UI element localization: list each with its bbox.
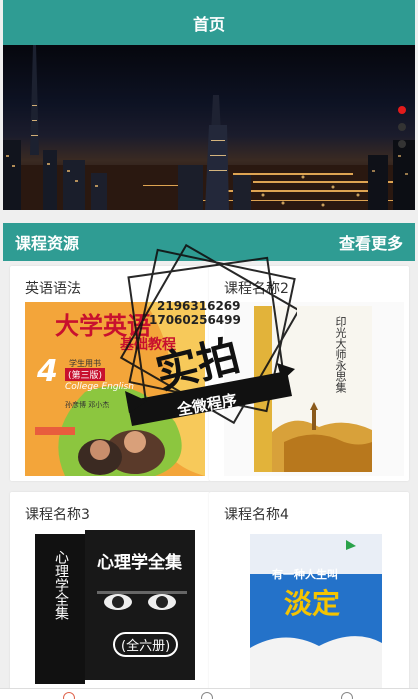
user-icon[interactable] — [341, 692, 353, 699]
carousel-indicator[interactable] — [398, 123, 406, 131]
header-bar: 首页 — [3, 0, 415, 45]
course-name: 课程名称4 — [224, 507, 289, 523]
course-name: 课程名称2 — [224, 281, 289, 297]
bottom-tab-bar — [0, 688, 418, 699]
course-cover: 有一种人生叫 淡定 — [224, 528, 404, 692]
course-name: 英语语法 — [25, 281, 81, 297]
heart-icon[interactable] — [201, 692, 213, 699]
cover-note: (全六册) — [113, 632, 179, 657]
carousel-indicator[interactable] — [398, 140, 406, 148]
cover-big: 淡定 — [284, 587, 341, 620]
cover-authors: 孙彦博 邓小杰 — [65, 401, 110, 409]
course-card[interactable]: 课程名称4 有一种人生叫 淡定 — [209, 492, 409, 692]
course-card[interactable]: 课程名称2 印光大师永思集 — [209, 266, 409, 481]
view-more-link[interactable]: 查看更多 — [339, 230, 403, 254]
cover-spine: 心理学全集 — [53, 550, 69, 620]
cover-volume: 4 — [37, 354, 58, 389]
section-header: 课程资源 查看更多 — [3, 223, 415, 261]
cover-title: 心理学全集 — [97, 553, 182, 573]
carousel-indicator-active[interactable] — [398, 106, 406, 114]
course-cover: 大学英语 基础教程 4 学生用书 (第三版) College English 孙… — [25, 302, 205, 476]
cover-title: 印光大师永思集 — [334, 316, 347, 393]
page-title: 首页 — [192, 14, 225, 34]
cover-english: College English — [65, 382, 134, 392]
banner-image — [3, 45, 415, 210]
cover-subtitle: 基础教程 — [120, 337, 176, 353]
banner-carousel[interactable] — [3, 45, 415, 210]
course-card[interactable]: 英语语法 大学英语 基础教程 4 学生用书 (第三版) College Engl… — [10, 266, 210, 481]
course-card[interactable]: 课程名称3 心理学全集 心理学全集 (全六册) — [10, 492, 210, 692]
section-title: 课程资源 — [15, 234, 80, 253]
course-cover: 印光大师永思集 — [224, 302, 404, 476]
course-cover: 心理学全集 心理学全集 (全六册) — [25, 528, 205, 692]
home-icon[interactable] — [63, 692, 75, 699]
course-name: 课程名称3 — [25, 507, 90, 523]
cover-edition: (第三版) — [65, 368, 106, 381]
cover-title: 有一种人生叫 — [272, 568, 338, 581]
